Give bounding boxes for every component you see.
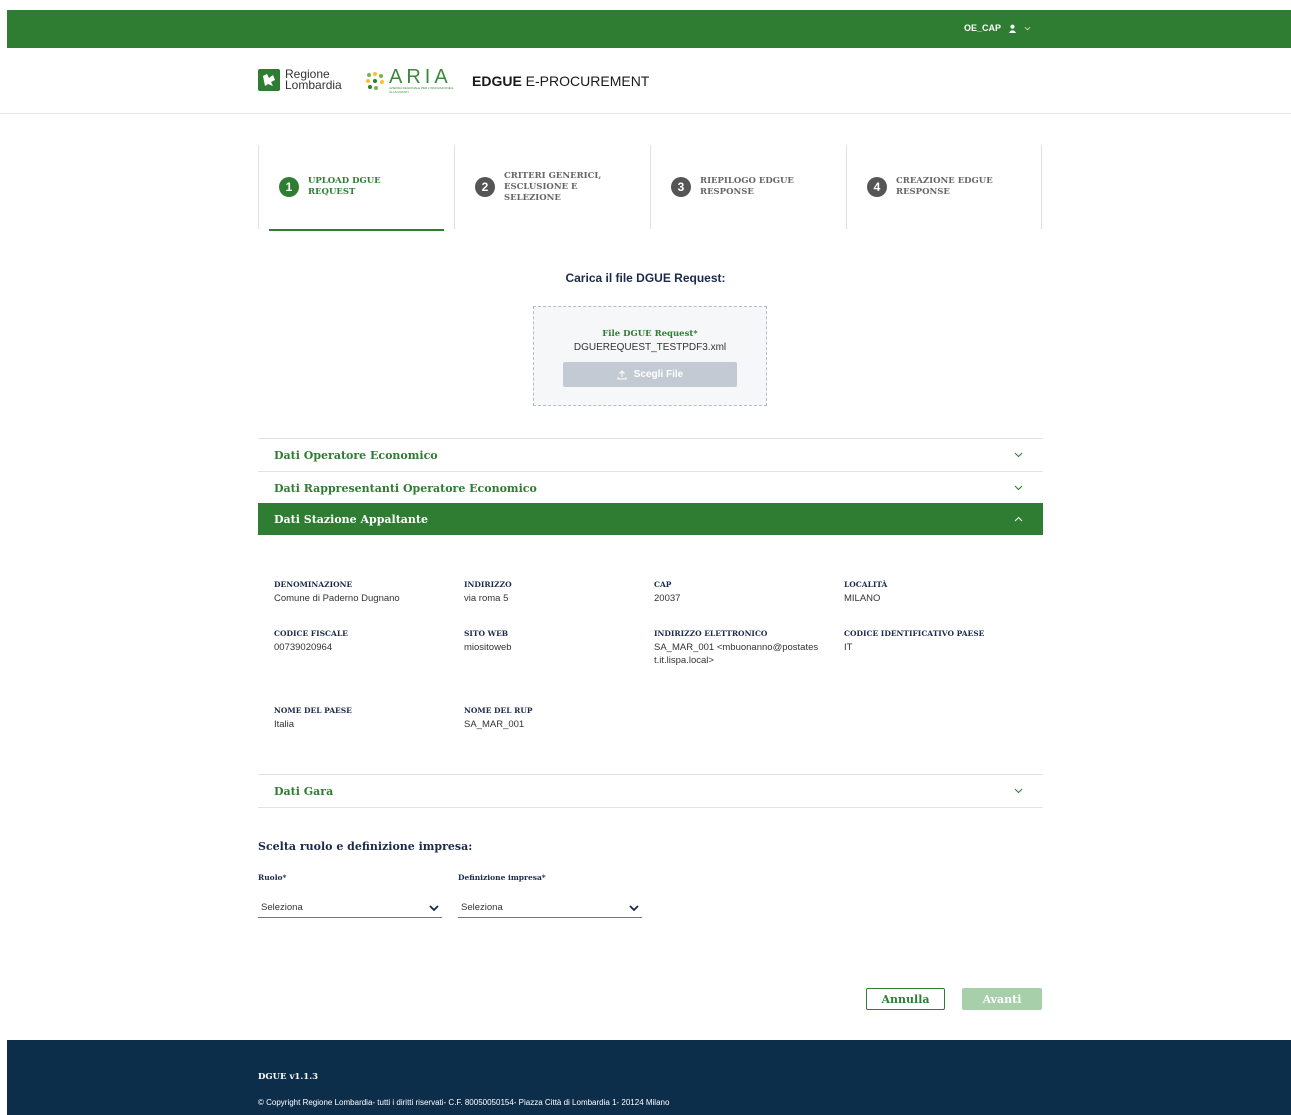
step-label: CRITERI GENERICI, ESCLUSIONE E SELEZIONE — [504, 170, 602, 203]
field-value: Italia — [274, 719, 295, 730]
choose-file-button[interactable]: Scegli File — [563, 362, 737, 387]
top-bar: OE_CAP — [7, 10, 1291, 48]
field-key: CAP — [654, 580, 672, 589]
accordion-gara[interactable]: Dati Gara — [258, 774, 1043, 808]
impresa-select[interactable]: Seleziona — [458, 898, 642, 918]
field-value: MILANO — [844, 593, 881, 604]
field-key: INDIRIZZO ELETTRONICO — [654, 629, 768, 638]
step-number: 1 — [279, 177, 299, 197]
field-denominazione: DENOMINAZIONE Comune di Paderno Dugnano — [274, 580, 464, 605]
cancel-button[interactable]: Annulla — [866, 988, 945, 1010]
field-value: via roma 5 — [464, 593, 509, 604]
step-number: 2 — [475, 177, 495, 197]
accordion-title: Dati Operatore Economico — [274, 448, 438, 462]
field-key: INDIRIZZO — [464, 580, 512, 589]
user-icon — [1008, 24, 1017, 33]
regione-lombardia-logo[interactable]: Regione Lombardia — [258, 68, 342, 92]
choice-title: Scelta ruolo e definizione impresa: — [258, 840, 473, 853]
field-key: NOME DEL RUP — [464, 706, 533, 715]
field-value: SA_MAR_001 — [464, 719, 525, 730]
field-key: DENOMINAZIONE — [274, 580, 353, 589]
wizard-stepper: 1 UPLOAD DGUE REQUEST 2 CRITERI GENERICI… — [258, 145, 1043, 231]
field-value: 00739020964 — [274, 642, 333, 653]
footer: DGUE v1.1.3 © Copyright Regione Lombardi… — [7, 1040, 1291, 1115]
chevron-down-icon — [1014, 788, 1023, 794]
step-label: RIEPILOGO EDGUE RESPONSE — [700, 176, 794, 197]
field-value: miositoweb — [464, 642, 512, 653]
impresa-label: Definizione impresa* — [458, 873, 546, 882]
chevron-down-icon — [629, 904, 639, 911]
ruolo-value: Seleziona — [261, 902, 303, 913]
aria-subtitle: AZIENDA REGIONALE PER L'INNOVAZIONE E GL… — [389, 86, 454, 94]
aria-logo[interactable]: ARIA AZIENDA REGIONALE PER L'INNOVAZIONE… — [365, 66, 459, 94]
accordion-title: Dati Stazione Appaltante — [274, 512, 429, 526]
field-value: IT — [844, 642, 853, 653]
field-key: CODICE IDENTIFICATIVO PAESE — [844, 629, 985, 638]
step-creazione[interactable]: 4 CREAZIONE EDGUE RESPONSE — [846, 145, 1042, 229]
app-title-bold: EDGUE — [472, 73, 522, 89]
field-value: SA_MAR_001 <mbuonanno@postatest.it.lispa… — [654, 642, 819, 666]
chevron-down-icon — [429, 904, 439, 911]
field-key: NOME DEL PAESE — [274, 706, 352, 715]
regione-lombardia-mark-icon — [258, 69, 280, 91]
header: Regione Lombardia ARIA AZIENDA REGIONALE… — [0, 48, 1291, 114]
field-key: SITO WEB — [464, 629, 509, 638]
field-key: CODICE FISCALE — [274, 629, 348, 638]
step-label: UPLOAD DGUE REQUEST — [308, 176, 381, 197]
field-codice-paese: CODICE IDENTIFICATIVO PAESE IT — [844, 629, 1034, 654]
app-title-rest: E-PROCUREMENT — [521, 73, 650, 89]
field-cap: CAP 20037 — [654, 580, 844, 605]
step-upload[interactable]: 1 UPLOAD DGUE REQUEST — [258, 145, 454, 231]
file-name: DGUEREQUEST_TESTPDF3.xml — [573, 342, 727, 353]
field-sito-web: SITO WEB miositoweb — [464, 629, 654, 654]
accordion-stazione[interactable]: Dati Stazione Appaltante — [258, 503, 1043, 535]
impresa-value: Seleziona — [461, 902, 503, 913]
ruolo-select[interactable]: Seleziona — [258, 898, 442, 918]
aria-dots-icon — [366, 72, 384, 90]
chevron-down-icon — [1024, 26, 1031, 30]
footer-copyright: © Copyright Regione Lombardia- tutti i d… — [258, 1098, 670, 1107]
logo-region-line2: Lombardia — [285, 78, 342, 92]
step-label: CREAZIONE EDGUE RESPONSE — [896, 176, 993, 197]
field-indirizzo: INDIRIZZO via roma 5 — [464, 580, 654, 605]
field-localita: LOCALITÀ MILANO — [844, 580, 1034, 605]
field-nome-paese: NOME DEL PAESE Italia — [274, 706, 464, 731]
field-codice-fiscale: CODICE FISCALE 00739020964 — [274, 629, 464, 654]
field-indirizzo-elettronico: INDIRIZZO ELETTRONICO SA_MAR_001 <mbuona… — [654, 629, 819, 667]
aria-wordmark: ARIA — [389, 66, 452, 88]
chevron-down-icon — [1014, 485, 1023, 491]
step-number: 4 — [867, 177, 887, 197]
accordion-title: Dati Rappresentanti Operatore Economico — [274, 481, 537, 495]
accordion-rappresentanti[interactable]: Dati Rappresentanti Operatore Economico — [258, 471, 1043, 504]
field-value: Comune di Paderno Dugnano — [274, 593, 400, 604]
choose-file-label: Scegli File — [633, 369, 684, 380]
chevron-down-icon — [1014, 452, 1023, 458]
user-menu[interactable]: OE_CAP — [964, 23, 1031, 33]
next-button[interactable]: Avanti — [962, 988, 1042, 1010]
upload-icon — [617, 369, 627, 379]
file-dropzone[interactable]: File DGUE Request* DGUEREQUEST_TESTPDF3.… — [533, 306, 767, 406]
step-number: 3 — [671, 177, 691, 197]
user-name: OE_CAP — [963, 23, 1001, 33]
app-title: EDGUE E-PROCUREMENT — [472, 73, 649, 89]
file-field-label: File DGUE Request* — [602, 329, 698, 339]
upload-title: Carica il file DGUE Request: — [565, 271, 726, 285]
accordion-title: Dati Gara — [274, 784, 334, 798]
chevron-up-icon — [1014, 516, 1023, 522]
field-key: LOCALITÀ — [844, 580, 888, 589]
footer-version: DGUE v1.1.3 — [258, 1072, 319, 1082]
field-value: 20037 — [654, 593, 681, 604]
ruolo-label: Ruolo* — [258, 873, 287, 882]
step-riepilogo[interactable]: 3 RIEPILOGO EDGUE RESPONSE — [650, 145, 846, 229]
accordion-operatore[interactable]: Dati Operatore Economico — [258, 438, 1043, 471]
step-criteri[interactable]: 2 CRITERI GENERICI, ESCLUSIONE E SELEZIO… — [454, 145, 650, 229]
field-nome-rup: NOME DEL RUP SA_MAR_001 — [464, 706, 654, 731]
